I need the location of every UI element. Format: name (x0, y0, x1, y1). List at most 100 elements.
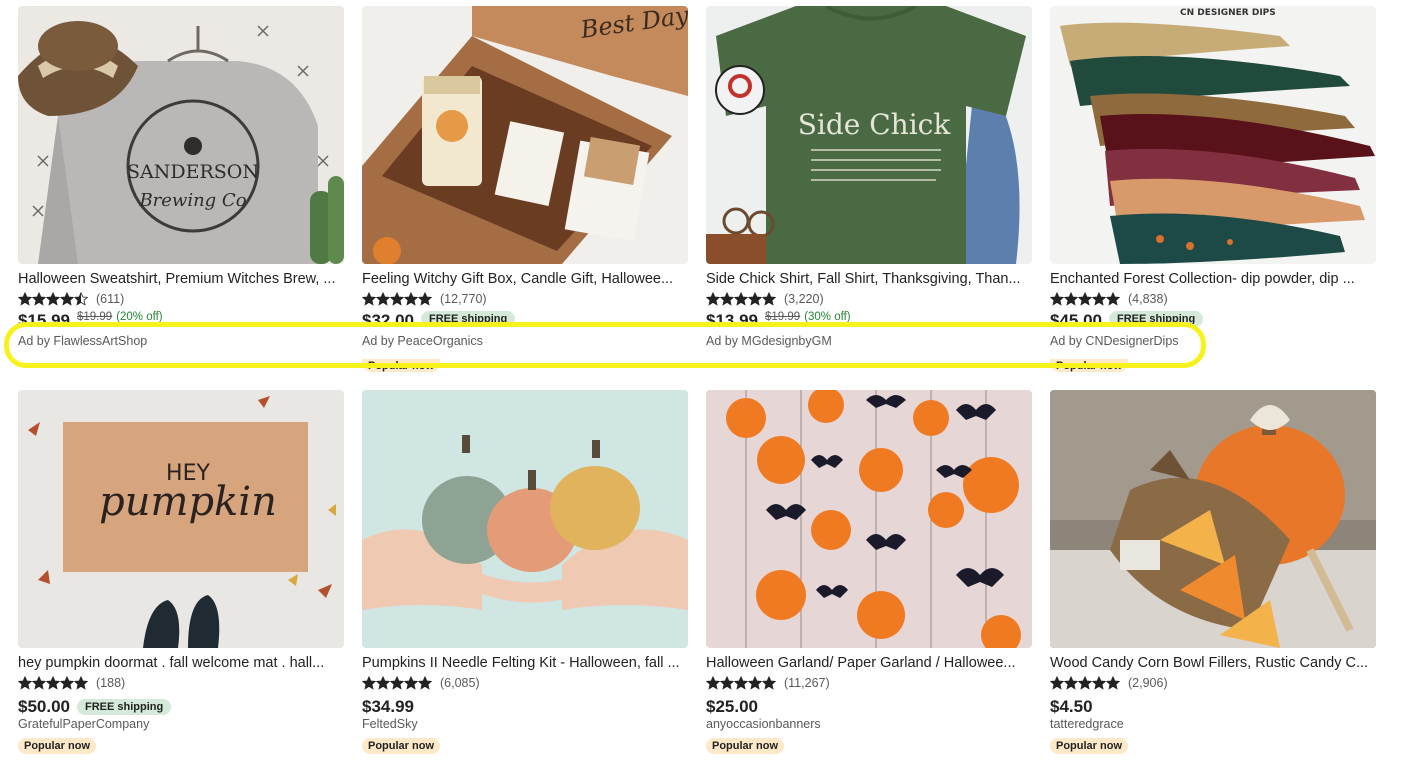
star-icon (720, 676, 734, 690)
listing-title[interactable]: Halloween Sweatshirt, Premium Witches Br… (18, 270, 344, 288)
listing-rating: (188) (18, 675, 125, 691)
ad-shop-label[interactable]: Ad by CNDesignerDips (1050, 334, 1179, 348)
price-row: $13.99 $19.99 (30% off) (706, 311, 851, 327)
listing-image[interactable]: SANDERSON Brewing Co (18, 6, 344, 264)
listing-price: $4.50 (1050, 697, 1093, 716)
star-icon (74, 292, 88, 306)
listing-image[interactable]: Side Chick (706, 6, 1032, 264)
star-icon (18, 676, 32, 690)
shop-name[interactable]: GratefulPaperCompany (18, 717, 149, 731)
listing-title[interactable]: Enchanted Forest Collection- dip powder,… (1050, 270, 1376, 288)
star-icon (1050, 292, 1064, 306)
svg-text:pumpkin: pumpkin (99, 479, 277, 525)
listing-price: $32.00 (362, 311, 414, 327)
star-icon (720, 292, 734, 306)
free-shipping-badge: FREE shipping (77, 699, 172, 715)
popular-now-badge: Popular now (1050, 359, 1128, 372)
star-icon (32, 676, 46, 690)
listing-image[interactable]: HEY pumpkin (18, 390, 344, 648)
original-price: $19.99 (765, 311, 801, 323)
star-icon (376, 676, 390, 690)
popular-now-badge: Popular now (362, 359, 440, 372)
star-icon (762, 676, 776, 690)
star-icon (1078, 676, 1092, 690)
price-row: $45.00 FREE shipping (1050, 311, 1204, 327)
star-rating (706, 676, 776, 690)
listing-price: $50.00 (18, 697, 70, 716)
star-icon (748, 676, 762, 690)
listing-price: $34.99 (362, 697, 414, 716)
listing-rating: (12,770) (362, 291, 487, 307)
star-icon (390, 676, 404, 690)
listing-price: $13.99 (706, 311, 758, 327)
listing-image[interactable]: CN DESIGNER DIPS (1050, 6, 1376, 264)
shop-name[interactable]: anyoccasionbanners (706, 717, 821, 731)
popular-now-badge: Popular now (362, 738, 440, 754)
svg-text:SANDERSON: SANDERSON (127, 161, 259, 183)
star-icon (404, 676, 418, 690)
review-count: (4,838) (1128, 292, 1168, 306)
review-count: (6,085) (440, 676, 480, 690)
star-icon (418, 676, 432, 690)
star-rating (362, 292, 432, 306)
listing-image[interactable] (362, 390, 688, 648)
star-icon (404, 292, 418, 306)
star-icon (362, 292, 376, 306)
listing-image[interactable] (1050, 390, 1376, 648)
star-icon (1050, 676, 1064, 690)
ad-shop-label[interactable]: Ad by PeaceOrganics (362, 334, 483, 348)
star-icon (46, 676, 60, 690)
ad-shop-label[interactable]: Ad by MGdesignbyGM (706, 334, 832, 348)
star-icon (762, 292, 776, 306)
shop-name[interactable]: tatteredgrace (1050, 717, 1124, 731)
price-row: $50.00 FREE shipping (18, 695, 172, 719)
star-icon (418, 292, 432, 306)
listing-rating: (4,838) (1050, 291, 1168, 307)
original-price: $19.99 (77, 311, 113, 323)
shop-name[interactable]: FeltedSky (362, 717, 418, 731)
review-count: (12,770) (440, 292, 487, 306)
svg-text:Brewing Co: Brewing Co (138, 190, 246, 211)
star-icon (1106, 292, 1120, 306)
free-shipping-badge: FREE shipping (1109, 311, 1204, 327)
star-rating (1050, 676, 1120, 690)
popular-now-badge: Popular now (706, 738, 784, 754)
image-brand-text: CN DESIGNER DIPS (1180, 8, 1276, 18)
listing-price: $15.99 (18, 311, 70, 327)
review-count: (2,906) (1128, 676, 1168, 690)
star-icon (1092, 292, 1106, 306)
star-rating (18, 292, 88, 306)
star-icon (1078, 292, 1092, 306)
review-count: (188) (96, 676, 126, 690)
listing-title[interactable]: Wood Candy Corn Bowl Fillers, Rustic Can… (1050, 654, 1376, 672)
review-count: (11,267) (784, 676, 830, 690)
listing-rating: (2,906) (1050, 675, 1168, 691)
listing-rating: (6,085) (362, 675, 480, 691)
listing-title[interactable]: hey pumpkin doormat . fall welcome mat .… (18, 654, 344, 672)
star-icon (60, 292, 74, 306)
listing-image[interactable] (706, 390, 1032, 648)
discount-text: (20% off) (116, 311, 163, 323)
star-icon (1064, 676, 1078, 690)
star-rating (362, 676, 432, 690)
star-rating (1050, 292, 1120, 306)
price-row: $4.50 (1050, 695, 1093, 719)
star-icon (376, 292, 390, 306)
free-shipping-badge: FREE shipping (421, 311, 516, 327)
listing-title[interactable]: Side Chick Shirt, Fall Shirt, Thanksgivi… (706, 270, 1032, 288)
listing-title[interactable]: Halloween Garland/ Paper Garland / Hallo… (706, 654, 1032, 672)
listing-rating: (3,220) (706, 291, 824, 307)
star-rating (706, 292, 776, 306)
listing-image[interactable]: Best Day Ever! (362, 6, 688, 264)
star-icon (32, 292, 46, 306)
star-icon (734, 292, 748, 306)
yellow-highlight-annotation (4, 322, 1206, 368)
price-row: $15.99 $19.99 (20% off) (18, 311, 163, 327)
ad-shop-label[interactable]: Ad by FlawlessArtShop (18, 334, 147, 348)
listing-title[interactable]: Feeling Witchy Gift Box, Candle Gift, Ha… (362, 270, 688, 288)
popular-now-badge: Popular now (1050, 738, 1128, 754)
listing-title[interactable]: Pumpkins II Needle Felting Kit - Hallowe… (362, 654, 688, 672)
svg-text:Side Chick: Side Chick (798, 108, 952, 141)
star-icon (46, 292, 60, 306)
star-icon (390, 292, 404, 306)
